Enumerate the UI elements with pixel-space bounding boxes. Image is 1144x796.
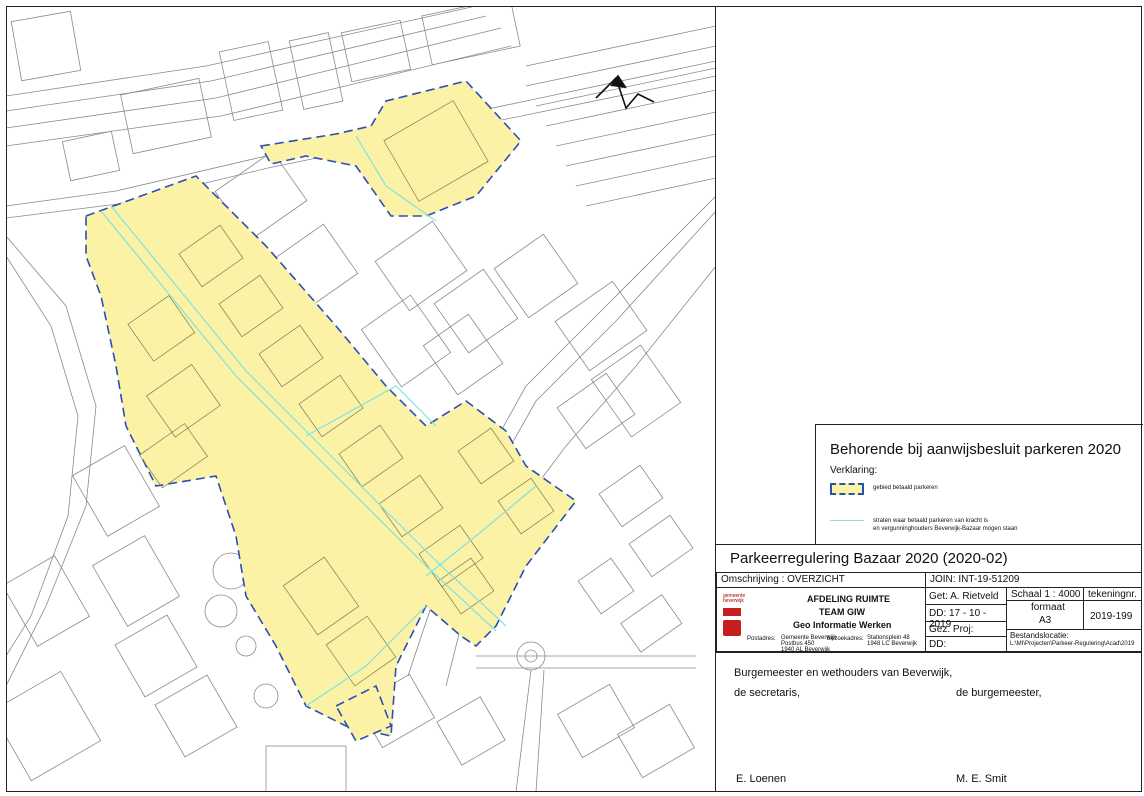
secretaris-label: de secretaris, — [734, 687, 801, 699]
omschrijving-cell: Omschrijving : OVERZICHT — [716, 572, 926, 588]
department-name: AFDELING RUIMTE — [807, 594, 890, 604]
tekeningnr-label-cell: tekeningnr. — [1083, 587, 1142, 601]
team-name: TEAM GIW — [819, 607, 865, 617]
bestandslocatie-value: L:\MI\Projecten\Parkeer-Regulering\Acad\… — [1010, 641, 1135, 647]
burgemeester-label: de burgemeester, — [956, 687, 1042, 699]
department-cell: gemeente beverwijk AFDELING RUIMTE TEAM … — [716, 587, 926, 653]
join-cell: JOIN: INT-19-51209 — [925, 572, 1142, 588]
dd1-cell: DD: 17 - 10 - 2019 — [925, 604, 1007, 630]
paid-parking-zone — [85, 80, 578, 743]
burgemeester-name: M. E. Smit — [956, 773, 1007, 785]
paid-parking-swatch — [830, 483, 864, 495]
get-text: Get: A. Rietveld — [929, 591, 999, 602]
titleblock-grid: Omschrijving : OVERZICHT JOIN: INT-19-51… — [716, 572, 1142, 653]
legend-item-label: straten waar betaald parkeren van kracht… — [873, 517, 1017, 533]
streets-swatch — [830, 520, 864, 521]
schaal-text: Schaal 1 : 4000 — [1011, 589, 1081, 600]
signature-block: Burgemeester en wethouders van Beverwijk… — [716, 652, 1142, 792]
titleblock-header: Parkeerregulering Bazaar 2020 (2020-02) — [716, 544, 1142, 572]
join-text: JOIN: INT-19-51209 — [930, 574, 1020, 585]
secretaris-name: E. Loenen — [736, 773, 787, 785]
logo-stripe-icon — [723, 608, 741, 616]
map-drawing — [6, 6, 716, 792]
formaat-cell: formaat A3 — [1006, 600, 1084, 630]
tekeningnr-label: tekeningnr. — [1088, 589, 1137, 600]
map-viewport[interactable] — [6, 6, 716, 792]
bestandslocatie-cell: Bestandslocatie: L:\MI\Projecten\Parkeer… — [1006, 629, 1142, 652]
legend-item-label: gebied betaald parkeren — [873, 485, 938, 491]
get-cell: Get: A. Rietveld — [925, 587, 1007, 605]
bestandslocatie-label: Bestandslocatie: — [1010, 631, 1069, 640]
legend-streets-line1: straten waar betaald parkeren van kracht… — [873, 518, 989, 524]
tekeningnr-value-cell: 2019-199 — [1083, 600, 1142, 630]
project-title: Parkeerregulering Bazaar 2020 (2020-02) — [730, 550, 1008, 567]
dd2-cell: DD: — [925, 636, 1007, 652]
postadres-label: Postadres: — [747, 636, 776, 642]
omschrijving-text: Omschrijving : OVERZICHT — [721, 574, 845, 585]
legend-item-paid-parking: gebied betaald parkeren — [830, 481, 1130, 499]
gez-proj-cell: Gez. Proj: — [925, 621, 1007, 637]
bezoekadres-label: Bezoekadres: — [827, 636, 864, 642]
north-arrow-icon — [595, 74, 655, 110]
coat-of-arms-icon — [723, 620, 741, 636]
gez-proj-text: Gez. Proj: — [929, 624, 974, 635]
tekeningnr-value: 2019-199 — [1090, 611, 1133, 622]
legend-streets-line2: en vergunninghouders Beverwijk-Bazaar mo… — [873, 526, 1018, 532]
formaat-value: A3 — [1039, 615, 1052, 626]
signature-heading: Burgemeester en wethouders van Beverwijk… — [734, 667, 953, 679]
legend-title: Behorende bij aanwijsbesluit parkeren 20… — [830, 441, 1122, 458]
bezoekadres-lines: Stationsplein 48 1948 LC Beverwijk — [867, 635, 917, 647]
logo-text2: beverwijk — [723, 598, 744, 604]
subteam-name: Geo Informatie Werken — [793, 620, 892, 630]
drawing-sheet: Behorende bij aanwijsbesluit parkeren 20… — [0, 0, 1144, 796]
legend-box: Behorende bij aanwijsbesluit parkeren 20… — [815, 424, 1143, 544]
formaat-label: formaat — [1031, 602, 1065, 613]
schaal-cell: Schaal 1 : 4000 — [1006, 587, 1084, 601]
beverwijk-logo-icon: gemeente beverwijk — [723, 594, 745, 604]
address-line: 1948 LC Beverwijk — [867, 641, 918, 647]
legend-item-streets: straten waar betaald parkeren van kracht… — [830, 517, 1130, 537]
legend-subtitle: Verklaring: — [830, 465, 878, 476]
dd2-text: DD: — [929, 639, 947, 650]
